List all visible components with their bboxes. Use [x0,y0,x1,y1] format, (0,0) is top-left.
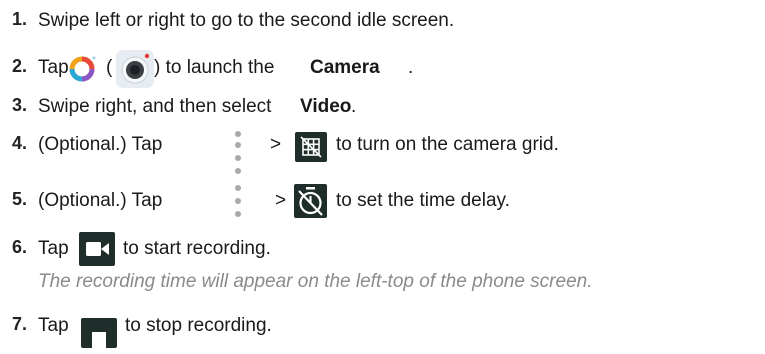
more-options-icon [233,180,243,228]
step-number: 4. [12,133,28,153]
step-text-bold: Camera [310,57,380,78]
step-text: Swipe left or right to go to the second … [38,10,455,31]
step-text: ) to launch the [154,57,280,78]
step-text: . [408,57,414,78]
step-text: to start recording. [123,238,271,259]
step-number: 3. [12,95,28,115]
step-text-bold: Video [300,96,352,117]
step-text: to turn on the camera grid. [336,134,559,155]
step-text: (Optional.) Tap [38,190,163,211]
camera-lens-icon [116,50,154,88]
timer-off-icon [294,184,327,218]
step-6: 6. Tap to start recording. [0,228,765,266]
step-5: 5. (Optional.) Tap > to set the time del… [0,180,765,218]
step-7: 7. Tap to stop recording. [0,308,765,348]
step-3: 3. Swipe right, and then select Video . [0,92,765,120]
step-text: . [351,96,357,117]
step-number: 7. [12,314,28,334]
camera-app-icon [67,54,97,84]
step-text: to set the time delay. [336,190,510,211]
greater-than: > [270,134,282,155]
step-text: to stop recording. [125,315,272,336]
open-paren: ( [106,57,113,78]
more-options-icon [233,128,243,166]
step-number: 5. [12,189,28,209]
step-text: Tap [38,315,69,336]
step-2: 2. Tap ( ) to launch the Camera . [0,48,765,88]
step-text: Tap [38,238,69,259]
recording-time-note: The recording time will appear on the le… [38,271,593,292]
grid-icon [295,132,327,162]
stop-icon [81,318,117,348]
step-4: 4. (Optional.) Tap > to turn on the came… [0,128,765,166]
greater-than: > [275,190,287,211]
step-number: 6. [12,237,28,257]
video-record-icon [79,232,115,266]
step-text: (Optional.) Tap [38,134,163,155]
step-number: 1. [12,9,28,29]
step-number: 2. [12,56,28,76]
more-options-icon [233,166,243,176]
step-text: Swipe right, and then select [38,96,277,117]
step-text: Tap [38,57,69,78]
